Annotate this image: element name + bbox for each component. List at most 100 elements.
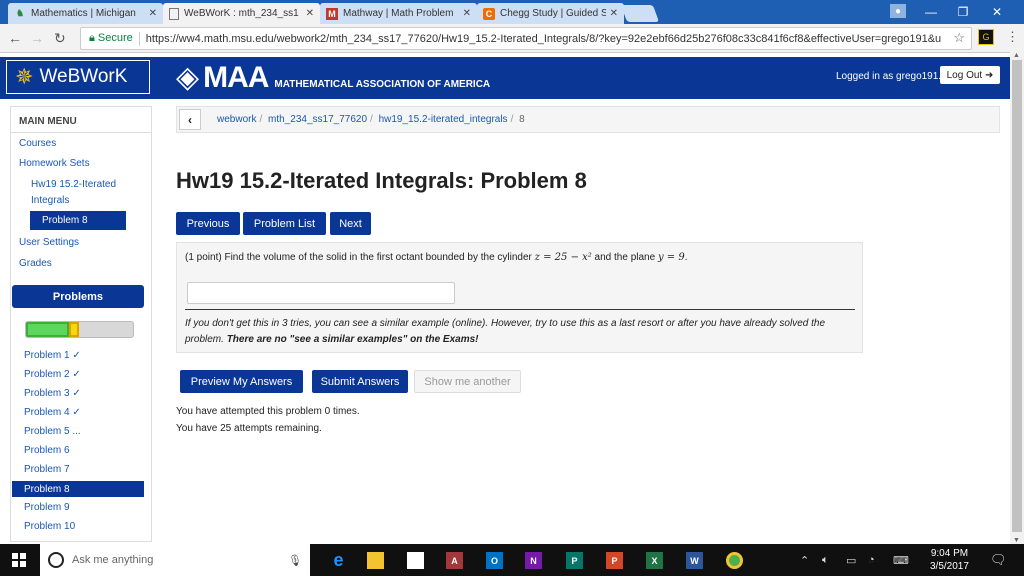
powerpoint-icon[interactable]: P [606, 552, 623, 569]
browser-tab-chegg[interactable]: C Chegg Study | Guided Sc ✕ [477, 3, 624, 24]
menu-kebab-icon[interactable]: ⋮ [1006, 29, 1019, 45]
cortana-search-box[interactable]: Ask me anything 🎙︎ [40, 544, 310, 576]
menu-current-problem[interactable]: Problem 8 [30, 211, 126, 230]
submit-answers-button[interactable]: Submit Answers [312, 370, 408, 393]
browser-tabstrip: ♞ Mathematics | Michigan ✕ WeBWorK : mth… [0, 0, 1024, 24]
menu-link-set-name-cont[interactable]: Integrals [31, 195, 69, 206]
minimize-button[interactable]: — [916, 2, 946, 22]
problem-link-current[interactable]: Problem 8 [12, 481, 144, 497]
page-scrollbar[interactable]: ▲ ▼ [1010, 52, 1024, 544]
breadcrumb: ‹ webwork / mth_234_ss17_77620/ hw19_15.2… [176, 106, 1000, 133]
forward-arrow-icon[interactable]: → [30, 30, 44, 46]
maa-subtitle: MATHEMATICAL ASSOCIATION OF AMERICA [274, 79, 491, 90]
answer-input[interactable] [187, 282, 455, 304]
mathway-icon: M [326, 7, 338, 20]
previous-button[interactable]: Previous [176, 212, 240, 235]
url-text[interactable]: https://ww4.math.msu.edu/webwork2/mth_23… [146, 33, 971, 45]
progress-correct-segment [26, 322, 69, 337]
outlook-icon[interactable]: O [486, 552, 503, 569]
address-bar[interactable]: 🔒︎ Secure https://ww4.math.msu.edu/webwo… [80, 27, 972, 50]
close-tab-icon[interactable]: ✕ [610, 8, 618, 19]
problem-link[interactable]: Problem 4 ✓ [24, 407, 81, 418]
menu-link-grades[interactable]: Grades [19, 258, 52, 269]
reload-icon[interactable]: ↻ [54, 30, 66, 47]
problem-link[interactable]: Problem 6 [24, 445, 70, 456]
new-tab-button[interactable] [620, 5, 660, 22]
breadcrumb-link-course[interactable]: mth_234_ss17_77620 [268, 114, 367, 125]
onenote-icon[interactable]: N [525, 552, 542, 569]
problems-heading: Problems [12, 285, 144, 308]
cortana-circle-icon [48, 552, 64, 568]
problem-link[interactable]: Problem 5 ... [24, 426, 81, 437]
problem-list-button[interactable]: Problem List [243, 212, 326, 235]
breadcrumb-link-set[interactable]: hw19_15.2-iterated_integrals [379, 114, 508, 125]
problem-link[interactable]: Problem 7 [24, 464, 70, 475]
tab-title: Mathematics | Michigan [31, 8, 136, 19]
scroll-down-icon[interactable]: ▼ [1013, 537, 1020, 544]
windows-start-icon[interactable] [12, 553, 26, 567]
problem-link[interactable]: Problem 1 ✓ [24, 350, 81, 361]
attempts-made: You have attempted this problem 0 times. [176, 406, 360, 417]
webwork-logo[interactable]: ✵ WeBWorK [6, 60, 150, 94]
windows-taskbar: Ask me anything 🎙︎ e A O N P P X W ⌃ 🔈︎ ▭ ◔ ⌨ 9… [0, 544, 1024, 576]
chegg-icon: C [483, 7, 495, 20]
show-me-another-button[interactable]: Show me another [414, 370, 521, 393]
scrollbar-thumb[interactable] [1012, 60, 1022, 532]
close-tab-icon[interactable]: ✕ [463, 8, 471, 19]
back-arrow-icon[interactable]: ← [8, 30, 22, 46]
notifications-icon[interactable]: 🗨︎ [990, 552, 1007, 568]
profile-icon[interactable]: ● [890, 4, 906, 18]
preview-answers-button[interactable]: Preview My Answers [180, 370, 303, 393]
problem-text: and the plane [591, 252, 658, 263]
problem-link[interactable]: Problem 3 ✓ [24, 388, 81, 399]
breadcrumb-link-webwork[interactable]: webwork [217, 114, 256, 125]
excel-icon[interactable]: X [646, 552, 663, 569]
tray-expand-icon[interactable]: ⌃ [800, 554, 809, 567]
problem-link[interactable]: Problem 10 [24, 521, 75, 532]
tab-title: Chegg Study | Guided Sc [500, 8, 606, 19]
next-button[interactable]: Next [330, 212, 371, 235]
math-cylinder: z = 25 − x² [534, 252, 592, 263]
tab-title: WeBWorK : mth_234_ss1 [184, 8, 299, 19]
volume-icon[interactable]: 🔈︎ [822, 554, 829, 567]
close-tab-icon[interactable]: ✕ [149, 8, 157, 19]
access-icon[interactable]: A [446, 552, 463, 569]
logout-button[interactable]: Log Out ➜ [940, 66, 1000, 84]
wifi-icon[interactable]: ◔ [868, 554, 875, 566]
back-chevron-button[interactable]: ‹ [179, 109, 201, 130]
publisher-icon[interactable]: P [566, 552, 583, 569]
close-tab-icon[interactable]: ✕ [306, 8, 314, 19]
bookmark-star-icon[interactable]: ☆ [953, 30, 965, 46]
menu-link-courses[interactable]: Courses [19, 138, 56, 149]
browser-tab-webwork[interactable]: WeBWorK : mth_234_ss1 ✕ [163, 3, 320, 24]
battery-icon[interactable]: ▭ [846, 554, 856, 567]
edge-icon[interactable]: e [330, 550, 347, 570]
maa-logo[interactable]: ◈ MAA MATHEMATICAL ASSOCIATION OF AMERIC… [176, 60, 490, 95]
close-window-button[interactable]: ✕ [982, 2, 1012, 22]
webwork-logo-text: WeBWorK [39, 66, 128, 87]
divider [138, 31, 140, 46]
menu-link-user-settings[interactable]: User Settings [19, 237, 79, 248]
browser-tab-michigan[interactable]: ♞ Mathematics | Michigan ✕ [8, 3, 163, 24]
maa-logo-text: MAA [203, 60, 269, 94]
keyboard-icon[interactable]: ⌨ [893, 554, 909, 567]
menu-link-homework-sets[interactable]: Homework Sets [19, 158, 90, 169]
secure-lock-indicator[interactable]: 🔒︎ Secure [89, 32, 133, 45]
store-icon[interactable] [407, 552, 424, 569]
clock-date: 3/5/2017 [930, 561, 969, 572]
chrome-icon[interactable] [726, 552, 743, 569]
taskbar-clock[interactable]: 9:04 PM 3/5/2017 [930, 547, 969, 573]
browser-tab-mathway[interactable]: M Mathway | Math Problem ✕ [320, 3, 477, 24]
page-icon [169, 7, 179, 20]
problem-link[interactable]: Problem 9 [24, 502, 70, 513]
microphone-icon[interactable]: 🎙︎ [288, 554, 302, 567]
hint-note: If you don't get this in 3 tries, you ca… [185, 316, 857, 348]
problem-link[interactable]: Problem 2 ✓ [24, 369, 81, 380]
note-warning: There are no "see a similar examples" on… [226, 334, 479, 345]
extension-icon[interactable]: G [978, 29, 994, 45]
scroll-up-icon[interactable]: ▲ [1013, 52, 1020, 59]
menu-link-set-name[interactable]: Hw19 15.2-Iterated [31, 179, 116, 190]
word-icon[interactable]: W [686, 552, 703, 569]
restore-button[interactable]: ❐ [948, 2, 978, 22]
file-explorer-icon[interactable] [367, 552, 384, 569]
